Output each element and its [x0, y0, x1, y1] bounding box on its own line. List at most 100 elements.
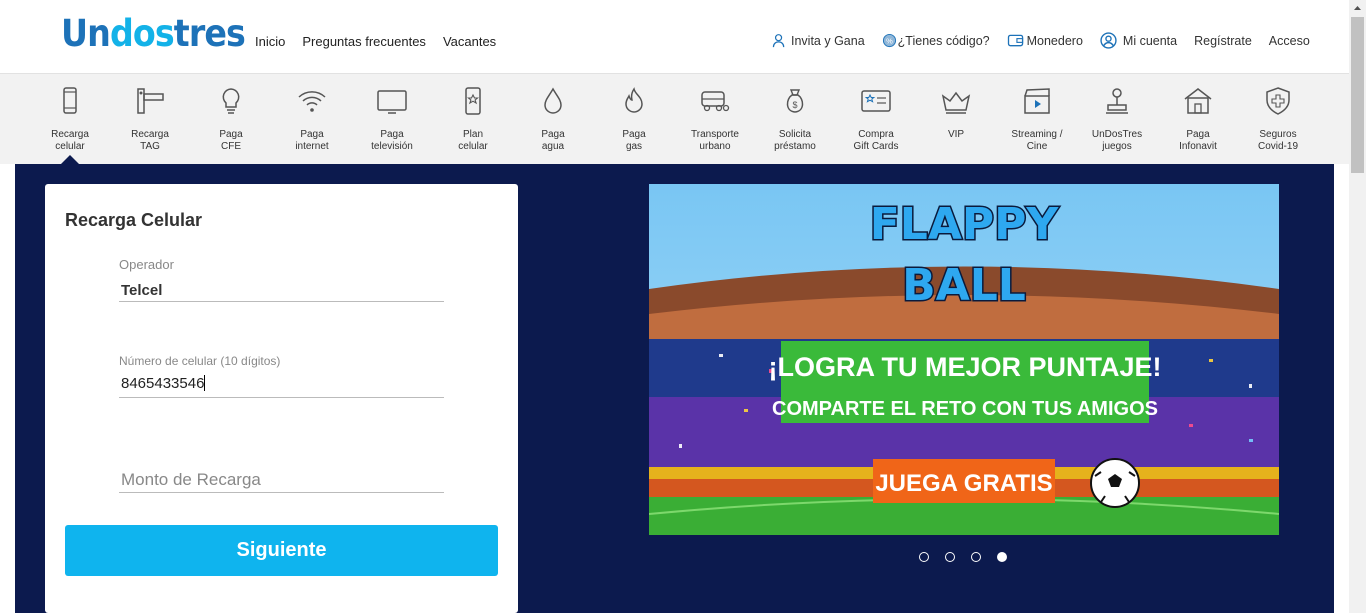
invite-link[interactable]: Invita y Gana: [772, 33, 865, 48]
operator-field[interactable]: Operador Telcel: [119, 257, 444, 302]
service-label: Compra Gift Cards: [836, 129, 916, 153]
banner-title-line2: BALL: [902, 260, 1026, 311]
operator-select[interactable]: Telcel: [119, 272, 444, 302]
my-account-link[interactable]: Mi cuenta: [1100, 32, 1177, 49]
next-button[interactable]: Siguiente: [65, 525, 498, 576]
carousel-dot-2[interactable]: [945, 552, 955, 562]
service-label-line2: Gift Cards: [853, 141, 899, 152]
service-label: VIP: [916, 129, 996, 141]
phone-icon: [63, 87, 77, 114]
wallet-link[interactable]: Monedero: [1007, 33, 1083, 48]
login-label: Acceso: [1268, 33, 1310, 48]
service-transporte-urbano[interactable]: Transporte urbano: [675, 74, 755, 164]
service-paga-internet[interactable]: Paga internet: [272, 74, 352, 164]
service-recarga-tag[interactable]: Recarga TAG: [110, 74, 190, 164]
service-label: Transporte urbano: [675, 129, 755, 153]
banner-cta: JUEGA GRATIS: [875, 470, 1052, 497]
service-paga-cfe[interactable]: Paga CFE: [191, 74, 271, 164]
service-label: Paga internet: [272, 129, 352, 153]
phone-input[interactable]: 8465433546: [119, 368, 444, 398]
service-label-line1: Recarga: [51, 129, 89, 140]
service-seguros-covid[interactable]: Seguros Covid-19: [1238, 74, 1318, 164]
house-icon: [1184, 88, 1212, 114]
clapperboard-icon: [1024, 88, 1050, 114]
service-label-line1: Paga: [1186, 129, 1210, 140]
text-cursor: [204, 375, 206, 391]
register-link[interactable]: Regístrate: [1194, 34, 1252, 48]
main-nav: Inicio Preguntas frecuentes Vacantes: [255, 34, 513, 49]
service-label-line1: Paga: [622, 129, 646, 140]
phone-field[interactable]: Número de celular (10 dígitos) 846543354…: [119, 354, 444, 398]
service-label-line1: Recarga: [131, 129, 169, 140]
service-label-line1: UnDosTres: [1091, 129, 1143, 140]
service-label: UnDosTres juegos: [1077, 129, 1157, 153]
svg-text:%: %: [886, 36, 893, 45]
service-label-line1: Compra: [858, 129, 894, 140]
nav-link-vacantes[interactable]: Vacantes: [443, 34, 496, 49]
promo-code-label: ¿Tienes código?: [897, 33, 990, 48]
undostres-logo[interactable]: Un dos tres: [61, 12, 246, 56]
carousel-dot-1[interactable]: [919, 552, 929, 562]
promo-banner[interactable]: FLAPPY BALL ¡LOGRA TU MEJOR PUNTAJE! COM…: [649, 184, 1279, 535]
banner-headline: ¡LOGRA TU MEJOR PUNTAJE!: [768, 352, 1161, 382]
coupon-icon: %: [882, 33, 896, 48]
recharge-form-card: Recarga Celular Operador Telcel Número d…: [45, 184, 518, 613]
amount-input[interactable]: Monto de Recarga: [119, 467, 444, 493]
lightbulb-icon: [222, 88, 240, 114]
service-paga-infonavit[interactable]: Paga Infonavit: [1158, 74, 1238, 164]
service-label-line2: juegos: [1102, 141, 1132, 152]
service-label-line2: internet: [295, 141, 329, 152]
banner-title-line1: FLAPPY: [870, 199, 1060, 250]
promo-code-link[interactable]: % ¿Tienes código?: [882, 33, 990, 48]
amount-field[interactable]: Monto de Recarga: [119, 467, 444, 493]
gift-card-icon: [861, 90, 891, 112]
service-label-line2: televisión: [371, 141, 413, 152]
page: Un dos tres Inicio Preguntas frecuentes Va…: [0, 0, 1366, 613]
carousel-dot-4[interactable]: [997, 552, 1007, 562]
vertical-scrollbar[interactable]: [1349, 0, 1366, 613]
service-label-line1: Solicita: [778, 129, 812, 140]
service-label: Seguros Covid-19: [1238, 129, 1318, 153]
carousel-dot-3[interactable]: [971, 552, 981, 562]
service-recarga-celular[interactable]: Recarga celular: [30, 74, 110, 164]
service-plan-celular[interactable]: Plan celular: [433, 74, 513, 164]
service-label: Plan celular: [433, 129, 513, 153]
service-label-line2: agua: [541, 141, 565, 152]
nav-link-faq[interactable]: Preguntas frecuentes: [302, 34, 426, 49]
crown-icon: [941, 91, 971, 114]
tv-icon: [377, 90, 407, 114]
soccer-ball-icon: [1090, 458, 1140, 508]
user-plus-icon: [772, 34, 785, 48]
joystick-icon: [1106, 88, 1128, 114]
nav-link-inicio[interactable]: Inicio: [255, 34, 285, 49]
service-streaming-cine[interactable]: Streaming / Cine: [997, 74, 1077, 164]
service-vip[interactable]: VIP: [916, 74, 996, 164]
service-label-line1: Paga: [219, 129, 243, 140]
phone-star-icon: [465, 87, 481, 115]
wallet-icon: [1007, 34, 1023, 47]
service-label-line2: celular: [55, 141, 85, 152]
account-nav: Invita y Gana % ¿Tienes código? Monedero…: [772, 32, 1310, 49]
service-label-line2: préstamo: [774, 141, 816, 152]
scroll-up-arrow-icon[interactable]: [1349, 0, 1366, 17]
service-label-line2: CFE: [221, 141, 241, 152]
toll-tag-icon: [137, 88, 164, 114]
service-undostres-juegos[interactable]: UnDosTres juegos: [1077, 74, 1157, 164]
service-solicita-prestamo[interactable]: $ Solicita préstamo: [755, 74, 835, 164]
service-label: Paga televisión: [352, 129, 432, 153]
login-link[interactable]: Acceso: [1269, 34, 1310, 48]
service-paga-television[interactable]: Paga televisión: [352, 74, 432, 164]
flame-icon: [625, 87, 643, 113]
banner-subline: COMPARTE EL RETO CON TUS AMIGOS: [772, 398, 1158, 420]
svg-text:$: $: [792, 100, 797, 110]
phone-label: Número de celular (10 dígitos): [119, 354, 281, 368]
service-compra-gift-cards[interactable]: Compra Gift Cards: [836, 74, 916, 164]
water-drop-icon: [544, 87, 562, 114]
service-label-line1: Paga: [380, 129, 404, 140]
service-label-line1: Seguros: [1259, 129, 1297, 140]
service-paga-gas[interactable]: Paga gas: [594, 74, 674, 164]
scrollbar-thumb[interactable]: [1351, 17, 1364, 173]
invite-label: Invita y Gana: [791, 33, 865, 48]
service-paga-agua[interactable]: Paga agua: [513, 74, 593, 164]
service-label-line1: VIP: [947, 129, 965, 140]
